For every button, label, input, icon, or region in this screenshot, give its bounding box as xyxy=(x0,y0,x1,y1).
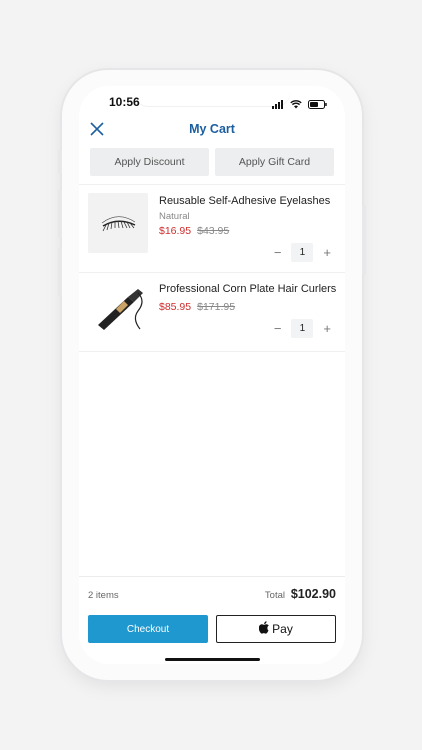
minus-icon[interactable]: − xyxy=(274,321,282,336)
item-count: 2 items xyxy=(88,590,119,601)
product-price: $85.95 $171.95 xyxy=(159,301,235,313)
original-price: $171.95 xyxy=(197,301,236,313)
mute-switch xyxy=(58,150,62,174)
cart-item: Professional Corn Plate Hair Curlers $85… xyxy=(79,272,345,352)
cart-item: Reusable Self-Adhesive Eyelashes Natural… xyxy=(79,184,345,273)
home-indicator xyxy=(165,658,260,661)
battery-icon xyxy=(308,96,327,114)
power-button xyxy=(362,205,366,275)
cart-footer: 2 items Total $102.90 Checkout Pay xyxy=(79,576,345,664)
cart-actions: Apply Discount Apply Gift Card xyxy=(90,148,334,176)
screen: 10:56 My Cart Apply Discount Apply Gift … xyxy=(79,86,345,664)
product-variant: Natural xyxy=(159,211,190,222)
quantity-stepper: − 1 + xyxy=(274,243,331,262)
apply-gift-card-button[interactable]: Apply Gift Card xyxy=(215,148,334,176)
quantity-value[interactable]: 1 xyxy=(291,243,314,262)
volume-up-button xyxy=(58,190,62,238)
product-image-hair-curler[interactable] xyxy=(88,281,148,341)
wifi-icon xyxy=(290,96,302,114)
product-price: $16.95 $43.95 xyxy=(159,225,229,237)
plus-icon[interactable]: + xyxy=(323,245,331,260)
apple-icon xyxy=(258,621,270,637)
product-image-eyelashes[interactable] xyxy=(88,193,148,253)
apple-pay-button[interactable]: Pay xyxy=(216,615,336,643)
apply-discount-button[interactable]: Apply Discount xyxy=(90,148,209,176)
page-title: My Cart xyxy=(189,122,235,136)
quantity-value[interactable]: 1 xyxy=(291,319,314,338)
total-value: $102.90 xyxy=(290,587,336,601)
status-icons xyxy=(272,96,327,114)
product-name[interactable]: Reusable Self-Adhesive Eyelashes xyxy=(159,195,330,207)
checkout-button[interactable]: Checkout xyxy=(88,615,208,643)
plus-icon[interactable]: + xyxy=(323,321,331,336)
header: My Cart xyxy=(79,114,345,144)
notch xyxy=(134,86,290,106)
product-name[interactable]: Professional Corn Plate Hair Curlers xyxy=(159,283,336,295)
volume-down-button xyxy=(58,248,62,296)
quantity-stepper: − 1 + xyxy=(274,319,331,338)
sale-price: $16.95 xyxy=(159,225,192,237)
signal-icon xyxy=(272,96,284,114)
minus-icon[interactable]: − xyxy=(274,245,282,260)
total-label: Total xyxy=(264,590,285,601)
status-time: 10:56 xyxy=(109,95,140,109)
apple-pay-label: Pay xyxy=(272,622,293,636)
original-price: $43.95 xyxy=(197,225,230,237)
sale-price: $85.95 xyxy=(159,301,192,313)
